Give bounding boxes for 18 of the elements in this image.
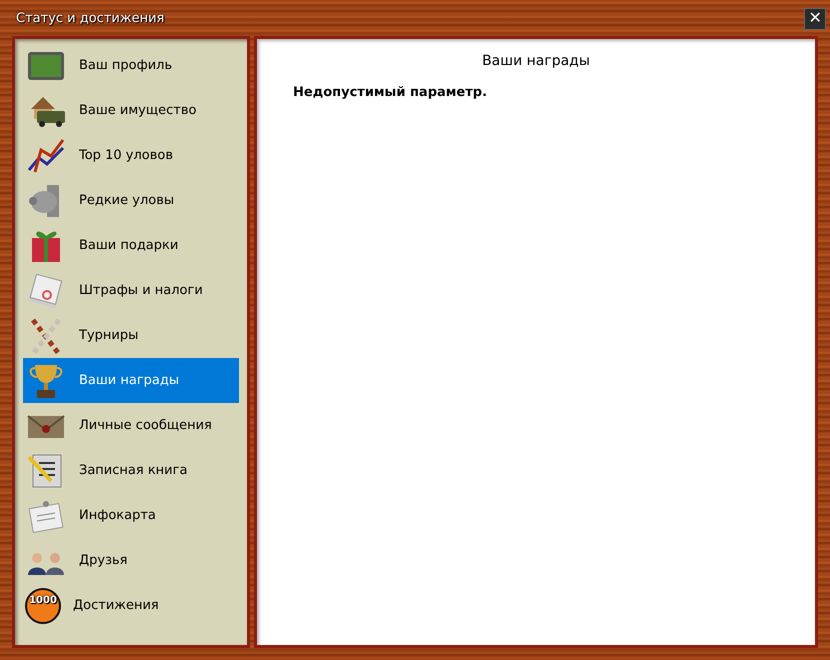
sidebar-item[interactable]: 1000 Достижения: [23, 583, 239, 628]
sidebar-item[interactable]: Личные сообщения: [23, 403, 239, 448]
sidebar-item[interactable]: Ваш профиль: [23, 43, 239, 88]
sidebar-item[interactable]: Ваши подарки: [23, 223, 239, 268]
sidebar-item[interactable]: Турниры: [23, 313, 239, 358]
sidebar-item[interactable]: Друзья: [23, 538, 239, 583]
error-message: Недопустимый параметр.: [293, 85, 488, 100]
window-title: Статус и достижения: [16, 10, 164, 26]
close-button[interactable]: ✕: [804, 8, 826, 30]
content-heading: Ваши награды: [481, 53, 591, 69]
sidebar-item[interactable]: Штрафы и налоги: [23, 268, 239, 313]
sidebar-item[interactable]: Ваше имущество: [23, 88, 239, 133]
achievement-badge-icon: 1000: [25, 588, 61, 624]
sidebar-item[interactable]: Редкие уловы: [23, 178, 239, 223]
sidebar-item[interactable]: Записная книга: [23, 448, 239, 493]
sidebar-item[interactable]: Top 10 уловов: [23, 133, 239, 178]
sidebar-item[interactable]: Ваши награды: [23, 358, 239, 403]
sidebar-item[interactable]: Инфокарта: [23, 493, 239, 538]
